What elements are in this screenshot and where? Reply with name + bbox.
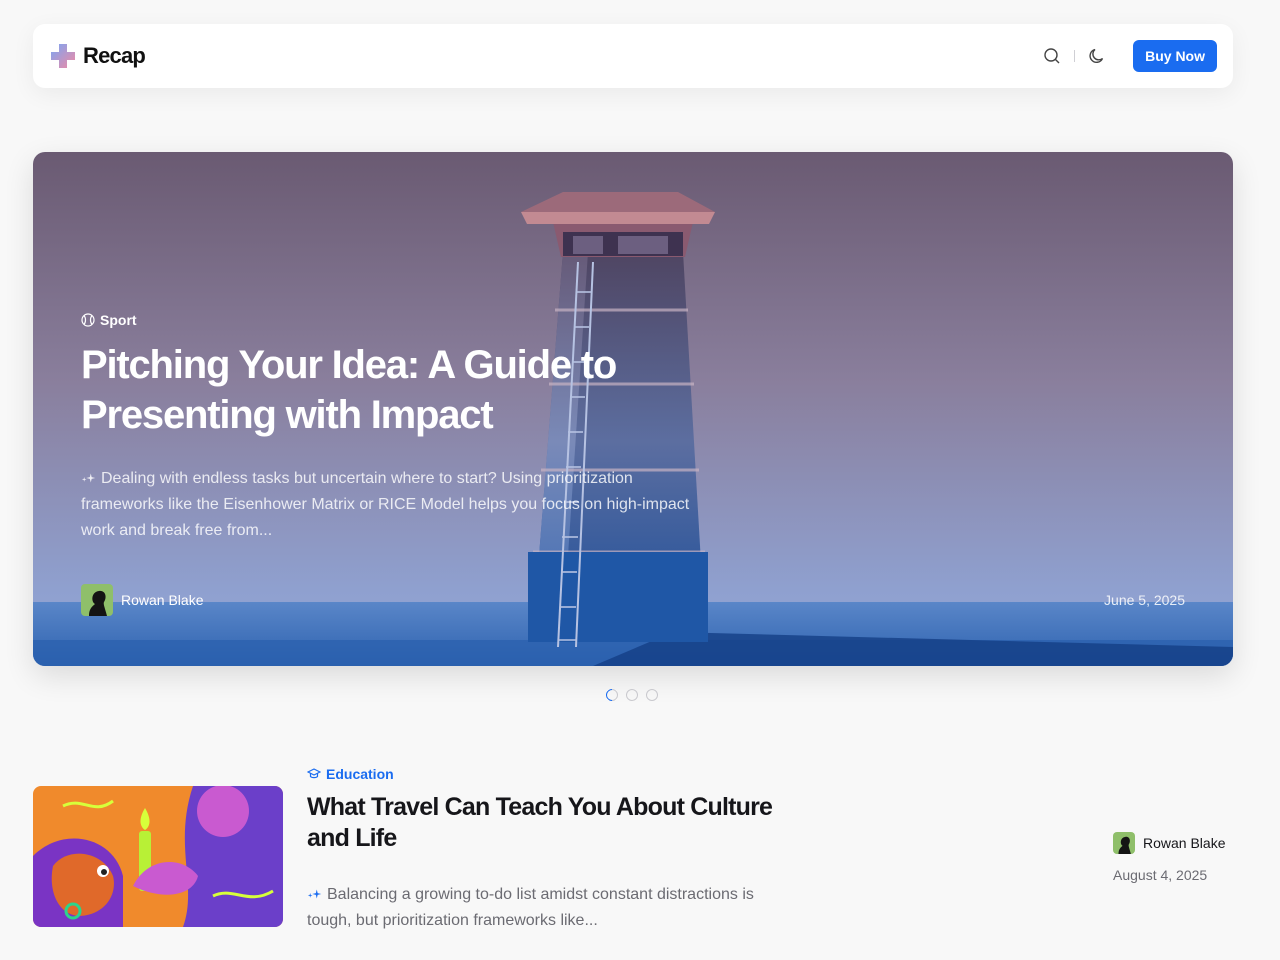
author-avatar-image <box>1113 832 1135 854</box>
moon-icon <box>1089 48 1104 63</box>
avatar <box>81 584 113 616</box>
carousel-dot-3[interactable] <box>646 689 658 701</box>
post-thumbnail[interactable] <box>33 786 283 927</box>
carousel-dot-1[interactable] <box>603 686 621 704</box>
post-author[interactable]: Rowan Blake <box>1113 832 1226 854</box>
logo-plus-icon <box>51 44 75 68</box>
hero-excerpt: Dealing with endless tasks but uncertain… <box>81 466 691 544</box>
logo-text: Recap <box>83 43 146 68</box>
post-list-item[interactable]: Education What Travel Can Teach You Abou… <box>33 766 1233 936</box>
author-avatar-image <box>81 584 113 616</box>
post-category-label: Education <box>326 766 394 782</box>
carousel-pagination <box>603 686 658 704</box>
search-icon <box>1044 48 1060 64</box>
theme-toggle-button[interactable] <box>1083 42 1111 70</box>
buy-now-button[interactable]: Buy Now <box>1133 40 1217 72</box>
site-header: Recap Buy Now <box>33 24 1233 88</box>
post-meta: Rowan Blake August 4, 2025 <box>1113 832 1226 883</box>
avatar <box>1113 832 1135 854</box>
hero-title[interactable]: Pitching Your Idea: A Guide to Presentin… <box>81 340 701 440</box>
hero-author-name: Rowan Blake <box>121 592 204 608</box>
header-divider <box>1074 50 1076 62</box>
post-title[interactable]: What Travel Can Teach You About Culture … <box>307 792 777 854</box>
carousel-dot-2[interactable] <box>626 689 638 701</box>
featured-post-card[interactable]: Sport Pitching Your Idea: A Guide to Pre… <box>33 152 1233 666</box>
graduation-cap-icon <box>307 768 321 779</box>
post-illustration-image <box>33 786 283 927</box>
sparkle-icon <box>81 473 96 483</box>
hero-date: June 5, 2025 <box>1104 592 1185 608</box>
post-excerpt: Balancing a growing to-do list amidst co… <box>307 882 777 934</box>
search-button[interactable] <box>1038 42 1066 70</box>
hero-category[interactable]: Sport <box>81 312 701 328</box>
post-category[interactable]: Education <box>307 766 777 782</box>
baseball-icon <box>81 313 95 327</box>
post-author-name: Rowan Blake <box>1143 835 1226 851</box>
sparkle-icon <box>307 889 322 899</box>
logo[interactable]: Recap <box>49 42 146 70</box>
hero-author[interactable]: Rowan Blake <box>81 584 204 616</box>
post-excerpt-text: Balancing a growing to-do list amidst co… <box>307 886 754 929</box>
post-date: August 4, 2025 <box>1113 867 1208 883</box>
hero-category-label: Sport <box>100 312 137 328</box>
hero-excerpt-text: Dealing with endless tasks but uncertain… <box>81 470 690 539</box>
